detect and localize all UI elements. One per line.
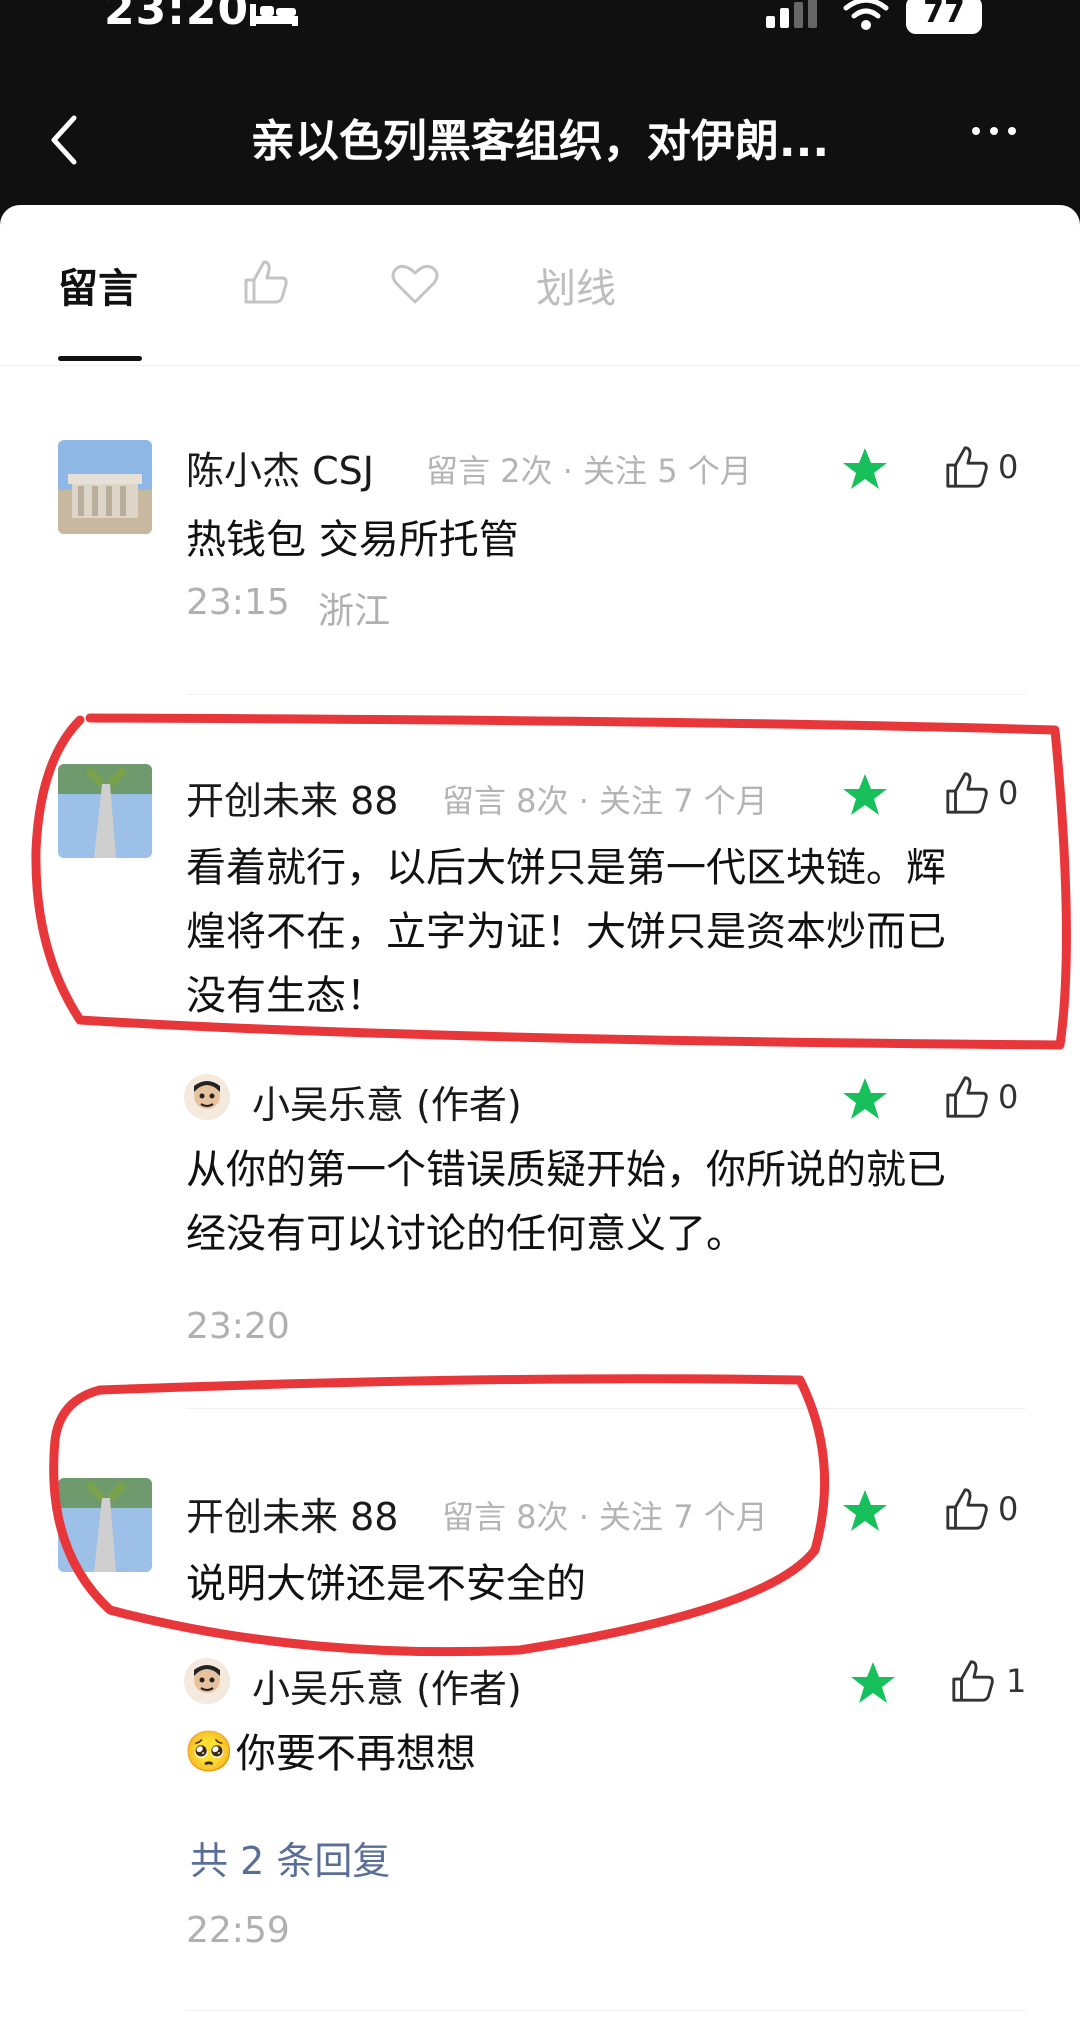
like-icon[interactable] <box>944 770 990 816</box>
tab-highlights[interactable]: 划线 <box>536 256 616 314</box>
reply-author[interactable]: 小吴乐意 (作者) <box>252 1074 522 1129</box>
avatar[interactable] <box>58 440 152 534</box>
star-icon[interactable] <box>842 446 888 492</box>
like-icon[interactable] <box>944 1074 990 1120</box>
like-icon[interactable] <box>950 1658 996 1704</box>
divider <box>186 694 1026 695</box>
star-icon[interactable] <box>850 1660 896 1706</box>
comment-time: 23:15 <box>186 582 290 623</box>
signal-icon <box>766 0 817 28</box>
divider <box>186 2010 1026 2011</box>
comment-author[interactable]: 开创未来 88 <box>186 770 398 825</box>
comment-meta: 留言 8次 · 关注 7 个月 <box>442 1498 768 1536</box>
comment-time: 23:20 <box>186 1306 290 1347</box>
like-count: 0 <box>998 1078 1019 1116</box>
reply-text-line: 从你的第一个错误质疑开始，你所说的就已 <box>186 1147 946 1193</box>
reply-text: 你要不再想想 <box>236 1731 476 1777</box>
comment-text-line: 没有生态！ <box>186 973 386 1019</box>
comment-meta: 留言 2次 · 关注 5 个月 <box>426 452 752 490</box>
like-count: 0 <box>998 774 1019 812</box>
heart-icon[interactable] <box>390 262 440 306</box>
star-icon[interactable] <box>842 1076 888 1122</box>
like-count: 0 <box>998 448 1019 486</box>
divider <box>186 1408 1026 1409</box>
thumbs-up-icon[interactable] <box>242 258 290 306</box>
comment-text: 说明大饼还是不安全的 <box>186 1561 586 1607</box>
reply-text-line: 经没有可以讨论的任何意义了。 <box>186 1211 746 1257</box>
active-tab-indicator <box>58 356 142 361</box>
avatar[interactable] <box>184 1074 230 1120</box>
page-title: 亲以色列黑客组织，对伊朗... <box>250 116 830 167</box>
back-arrow-icon[interactable] <box>40 110 90 170</box>
comment-meta: 留言 8次 · 关注 7 个月 <box>442 782 768 820</box>
avatar[interactable] <box>184 1658 230 1704</box>
comment-text: 热钱包 交易所托管 <box>186 517 519 563</box>
comment-text-line: 煌将不在，立字为证！大饼只是资本炒而已 <box>186 909 946 955</box>
like-icon[interactable] <box>944 444 990 490</box>
reply-author[interactable]: 小吴乐意 (作者) <box>252 1658 522 1713</box>
star-icon[interactable] <box>842 1488 888 1534</box>
avatar[interactable] <box>58 764 152 858</box>
comment-text-line: 看着就行，以后大饼只是第一代区块链。辉 <box>186 845 946 891</box>
like-icon[interactable] <box>944 1486 990 1532</box>
battery-indicator: 77 <box>906 0 982 34</box>
comment-author[interactable]: 陈小杰 CSJ <box>186 440 374 495</box>
more-options-icon[interactable] <box>972 120 1026 139</box>
tabs-divider <box>0 365 1080 366</box>
comment-time: 22:59 <box>186 1910 290 1951</box>
like-count: 0 <box>998 1490 1019 1528</box>
view-replies-link[interactable]: 共 2 条回复 <box>190 1830 390 1885</box>
comment-location: 浙江 <box>318 591 391 632</box>
wifi-icon <box>843 0 889 30</box>
battery-level: 77 <box>923 0 965 30</box>
star-icon[interactable] <box>842 772 888 818</box>
like-count: 1 <box>1006 1662 1027 1700</box>
sleep-mode-icon <box>250 4 298 26</box>
status-time: 23:20 <box>104 0 250 35</box>
tab-comments[interactable]: 留言 <box>58 256 138 314</box>
comment-author[interactable]: 开创未来 88 <box>186 1486 398 1541</box>
pleading-face-emoji: 🥺 <box>184 1729 234 1775</box>
avatar[interactable] <box>58 1478 152 1572</box>
